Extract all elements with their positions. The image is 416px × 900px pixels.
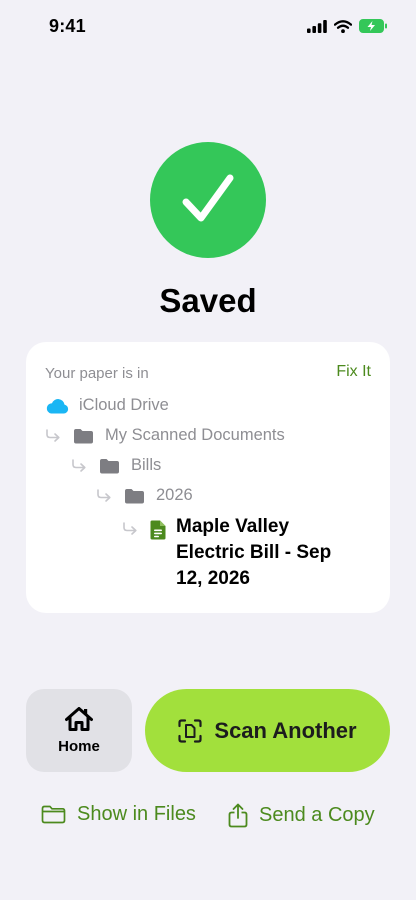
scan-document-icon — [178, 718, 202, 743]
send-a-copy-link[interactable]: Send a Copy — [228, 803, 375, 828]
fix-it-button[interactable]: Fix It — [336, 363, 371, 381]
icloud-icon — [46, 398, 69, 413]
status-time: 9:41 — [49, 16, 86, 36]
send-a-copy-label: Send a Copy — [259, 804, 375, 826]
folder-icon — [125, 488, 144, 503]
folder-outline-icon — [41, 805, 66, 824]
document-icon — [150, 520, 166, 540]
folder-icon — [74, 428, 93, 443]
path-folder-label: Bills — [131, 456, 162, 474]
checkmark-icon — [182, 174, 234, 222]
home-label: Home — [58, 737, 100, 755]
show-in-files-link[interactable]: Show in Files — [41, 803, 196, 826]
subfolder-arrow-icon — [123, 522, 137, 535]
path-folder: Bills — [71, 456, 161, 475]
home-button[interactable]: Home — [26, 689, 132, 772]
show-in-files-label: Show in Files — [77, 803, 196, 825]
path-root-label: iCloud Drive — [79, 396, 169, 414]
path-root: iCloud Drive — [45, 396, 169, 415]
scan-another-button[interactable]: Scan Another — [145, 689, 390, 772]
page-title: Saved — [159, 282, 257, 319]
path-folder: My Scanned Documents — [45, 426, 285, 445]
share-icon — [228, 803, 248, 828]
wifi-icon — [334, 19, 352, 33]
status-bar: 9:41 — [0, 0, 416, 56]
folder-icon — [100, 458, 119, 473]
status-icons — [307, 19, 388, 33]
save-location-card: Your paper is in Fix It iCloud Drive My … — [26, 342, 390, 613]
path-folder-label: My Scanned Documents — [105, 426, 285, 444]
success-indicator — [150, 142, 266, 258]
path-file: Maple Valley Electric Bill - Sep 12, 202… — [122, 516, 360, 592]
card-heading: Your paper is in — [45, 365, 149, 382]
subfolder-arrow-icon — [72, 458, 86, 472]
saved-file-name: Maple Valley Electric Bill - Sep 12, 202… — [176, 516, 332, 589]
scan-another-label: Scan Another — [214, 717, 357, 743]
subfolder-arrow-icon — [97, 488, 111, 502]
battery-charging-icon — [359, 19, 387, 33]
path-folder-label: 2026 — [156, 486, 193, 504]
cellular-signal-icon — [307, 19, 327, 33]
path-folder: 2026 — [96, 486, 193, 505]
subfolder-arrow-icon — [46, 428, 60, 442]
home-icon — [65, 706, 93, 731]
